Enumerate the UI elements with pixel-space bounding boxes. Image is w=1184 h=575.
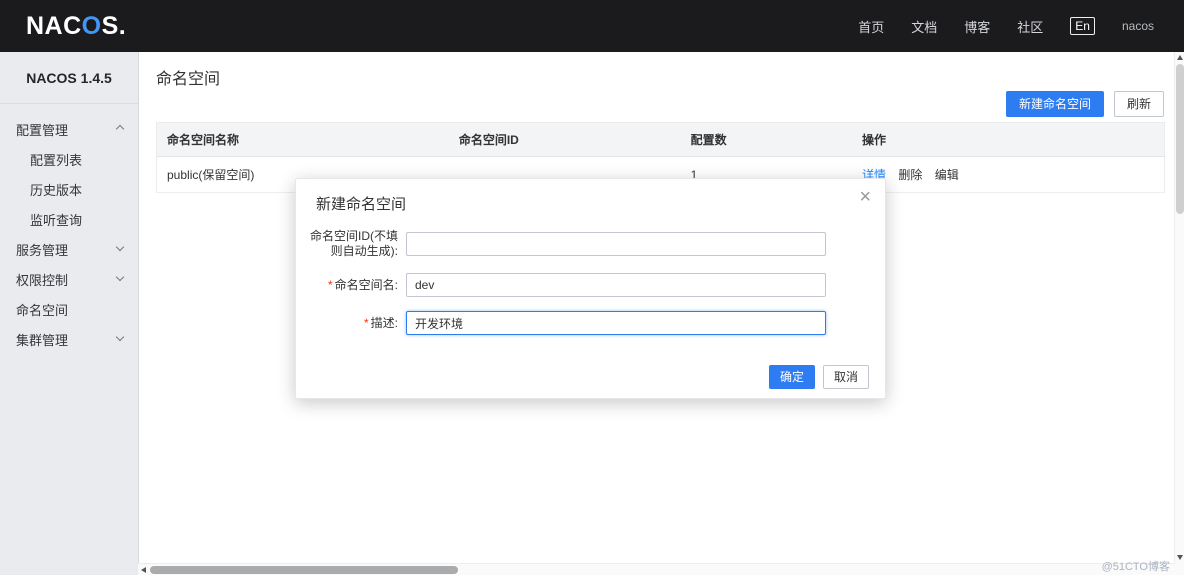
chevron-down-icon [115, 272, 125, 282]
scroll-down-icon[interactable] [1177, 555, 1183, 560]
header-nav: 首页 文档 博客 社区 En nacos [858, 17, 1154, 36]
form-row-namespace-id: 命名空间ID(不填则自动生成): [296, 229, 885, 259]
col-operations: 操作 [852, 122, 1165, 157]
app-version: NACOS 1.4.5 [0, 52, 138, 104]
description-label: * 描述: [300, 316, 398, 331]
horizontal-scroll-thumb[interactable] [150, 566, 458, 574]
page-title: 命名空间 [156, 71, 221, 88]
namespace-id-input[interactable] [406, 232, 826, 256]
sidebar-item-permission-control[interactable]: 权限控制 [0, 264, 138, 294]
logo-text: NAC [26, 11, 82, 40]
close-icon[interactable]: × [859, 187, 871, 207]
delete-link[interactable]: 删除 [898, 168, 922, 182]
chevron-down-icon [115, 242, 125, 252]
form-row-namespace-name: * 命名空间名: [296, 273, 885, 297]
label-text: 命名空间名: [334, 277, 398, 292]
chevron-down-icon [115, 332, 125, 342]
label-text: 描述: [370, 315, 398, 330]
scroll-up-icon[interactable] [1177, 55, 1183, 60]
sidebar-item-listening-query[interactable]: 监听查询 [0, 204, 138, 234]
col-namespace-name: 命名空间名称 [156, 122, 449, 157]
language-toggle[interactable]: En [1070, 17, 1095, 35]
new-namespace-dialog: 新建命名空间 × 命名空间ID(不填则自动生成): *命名空间名: *描述: 确… [295, 178, 886, 399]
col-namespace-id: 命名空间ID [448, 122, 681, 157]
dialog-footer: 确定 取消 [768, 365, 869, 389]
label-text: 命名空间ID(不填则自动生成): [310, 229, 398, 258]
confirm-button[interactable]: 确定 [768, 365, 815, 389]
namespace-id-label: 命名空间ID(不填则自动生成): [300, 229, 398, 259]
vertical-scroll-thumb[interactable] [1176, 64, 1184, 214]
logo-o: O [81, 11, 102, 40]
dialog-body: 命名空间ID(不填则自动生成): *命名空间名: *描述: [296, 223, 885, 349]
sidebar-menu: 配置管理 配置列表 历史版本 监听查询 服务管理 权限控制 命名空间 集群管理 [0, 104, 138, 354]
menu-label: 配置列表 [30, 152, 83, 168]
menu-label: 权限控制 [16, 272, 69, 288]
cell-operations: 详情 删除 编辑 [852, 156, 1165, 193]
new-namespace-button[interactable]: 新建命名空间 [1005, 91, 1104, 117]
menu-label: 集群管理 [16, 332, 69, 348]
namespace-name-label: * 命名空间名: [300, 278, 398, 293]
username[interactable]: nacos [1122, 19, 1154, 33]
namespace-name-input[interactable] [406, 273, 826, 297]
form-row-description: * 描述: [296, 311, 885, 335]
dialog-title: 新建命名空间 [316, 196, 407, 213]
scrollbar-corner [1174, 563, 1184, 575]
nav-docs[interactable]: 文档 [911, 17, 937, 36]
refresh-button[interactable]: 刷新 [1113, 91, 1164, 117]
top-header: NACOS. 首页 文档 博客 社区 En nacos [0, 0, 1184, 52]
sidebar-item-config-management[interactable]: 配置管理 [0, 114, 138, 144]
edit-link[interactable]: 编辑 [935, 168, 959, 182]
sidebar: NACOS 1.4.5 配置管理 配置列表 历史版本 监听查询 服务管理 权限控… [0, 52, 138, 575]
cancel-button[interactable]: 取消 [822, 365, 869, 389]
required-asterisk: * [327, 277, 333, 292]
sidebar-item-cluster-management[interactable]: 集群管理 [0, 324, 138, 354]
menu-label: 服务管理 [16, 242, 69, 258]
menu-label: 历史版本 [30, 182, 83, 198]
col-config-count: 配置数 [680, 122, 852, 157]
scroll-left-icon[interactable] [141, 567, 146, 573]
nacos-logo[interactable]: NACOS. [26, 12, 126, 41]
sidebar-item-history-versions[interactable]: 历史版本 [0, 174, 138, 204]
required-asterisk: * [363, 315, 369, 330]
menu-label: 监听查询 [30, 212, 83, 228]
nav-home[interactable]: 首页 [858, 17, 884, 36]
menu-label: 命名空间 [16, 302, 69, 318]
horizontal-scrollbar[interactable] [138, 563, 1174, 575]
table-header: 命名空间名称 命名空间ID 配置数 操作 [156, 122, 1165, 157]
nav-blog[interactable]: 博客 [964, 17, 990, 36]
description-input[interactable] [406, 311, 826, 335]
sidebar-item-namespace[interactable]: 命名空间 [0, 294, 138, 324]
sidebar-item-service-management[interactable]: 服务管理 [0, 234, 138, 264]
toolbar: 新建命名空间 刷新 [1005, 91, 1164, 117]
nav-community[interactable]: 社区 [1017, 17, 1043, 36]
logo-text-end: S. [101, 11, 127, 40]
sidebar-item-config-list[interactable]: 配置列表 [0, 144, 138, 174]
menu-label: 配置管理 [16, 122, 69, 138]
chevron-up-icon [115, 124, 125, 134]
vertical-scrollbar[interactable] [1174, 52, 1184, 563]
watermark: @51CTO博客 [1101, 561, 1170, 573]
